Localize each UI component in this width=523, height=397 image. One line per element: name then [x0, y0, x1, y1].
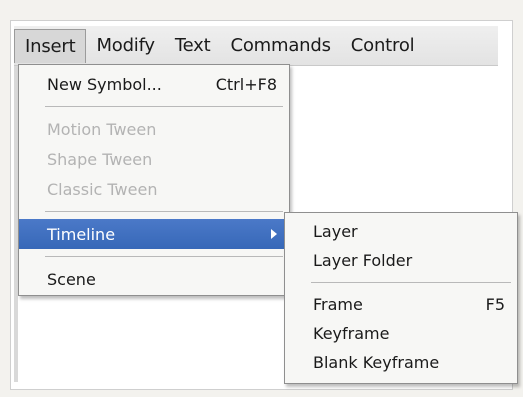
menu-item-label: Layer Folder [313, 251, 413, 270]
menu-item-label: Layer [313, 222, 358, 241]
menu-commands[interactable]: Commands [221, 29, 341, 63]
menu-modify[interactable]: Modify [86, 29, 164, 63]
menu-insert[interactable]: Insert [14, 28, 87, 63]
menu-text[interactable]: Text [165, 29, 221, 63]
menu-item-shortcut: Ctrl+F8 [215, 74, 277, 94]
menu-item-label: Shape Tween [47, 149, 153, 169]
menu-item-layer[interactable]: Layer [285, 217, 517, 246]
menu-separator [311, 282, 511, 283]
menu-item-new-symbol[interactable]: New Symbol... Ctrl+F8 [19, 69, 289, 99]
menu-bar: Insert Modify Text Commands Control [14, 26, 498, 66]
menu-item-label: Frame [313, 295, 363, 314]
menu-item-layer-folder[interactable]: Layer Folder [285, 246, 517, 275]
menu-separator [45, 211, 283, 212]
menu-item-shape-tween[interactable]: Shape Tween [19, 144, 289, 174]
menu-item-label: Classic Tween [47, 179, 158, 199]
menu-separator [45, 106, 283, 107]
menu-item-label: Timeline [47, 224, 116, 244]
insert-dropdown-menu: New Symbol... Ctrl+F8 Motion Tween Shape… [18, 64, 290, 296]
menu-item-scene[interactable]: Scene [19, 264, 289, 294]
menu-item-blank-keyframe[interactable]: Blank Keyframe [285, 348, 517, 377]
menu-item-timeline[interactable]: Timeline [19, 219, 289, 249]
menu-item-label: Keyframe [313, 324, 390, 343]
menu-item-keyframe[interactable]: Keyframe [285, 319, 517, 348]
menu-item-label: New Symbol... [47, 74, 162, 94]
menu-item-motion-tween[interactable]: Motion Tween [19, 114, 289, 144]
menu-item-label: Motion Tween [47, 119, 157, 139]
menu-item-label: Scene [47, 269, 96, 289]
submenu-arrow-icon [271, 229, 277, 239]
menu-item-shortcut: F5 [485, 295, 505, 314]
menu-item-frame[interactable]: Frame F5 [285, 290, 517, 319]
timeline-submenu: Layer Layer Folder Frame F5 Keyframe Bla… [284, 212, 518, 384]
menu-item-label: Blank Keyframe [313, 353, 440, 372]
menu-control[interactable]: Control [341, 29, 425, 63]
menu-separator [45, 256, 283, 257]
menu-item-classic-tween[interactable]: Classic Tween [19, 174, 289, 204]
screen: Insert Modify Text Commands Control New … [0, 0, 523, 397]
